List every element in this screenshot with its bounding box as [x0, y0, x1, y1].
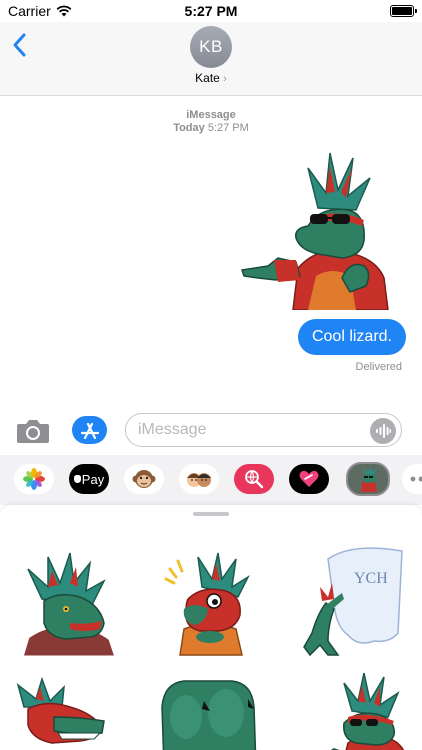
battery-icon: [390, 5, 417, 17]
status-bar: Carrier 5:27 PM: [0, 0, 422, 22]
panel-grabber[interactable]: [193, 512, 229, 516]
app-store-button[interactable]: [72, 416, 107, 444]
message-bubble[interactable]: Cool lizard.: [297, 319, 406, 355]
apple-logo-icon: [73, 475, 81, 483]
service-label: iMessage: [186, 109, 236, 121]
globe-search-icon: [245, 470, 264, 489]
timestamp-day: Today: [173, 122, 205, 134]
animoji-app-button[interactable]: [124, 464, 164, 494]
heart-icon: [299, 470, 319, 487]
lizard-wink-sticker[interactable]: [14, 677, 114, 750]
dictation-button[interactable]: [370, 418, 396, 444]
timestamp-time: 5:27 PM: [207, 122, 249, 134]
sticker-panel: YCH: [0, 505, 422, 750]
memoji-app-button[interactable]: [179, 464, 219, 494]
ych-sign-text: YCH: [354, 570, 388, 587]
lizard-app-icon: [361, 466, 377, 492]
more-dots-icon: [410, 476, 422, 482]
lizard-ych-sticker[interactable]: YCH: [298, 543, 404, 657]
conversation-header: KB Kate ›: [0, 22, 422, 96]
app-drawer: Pay: [0, 455, 422, 505]
apple-pay-app-button[interactable]: Pay: [69, 464, 109, 494]
sent-lizard-sticker[interactable]: [238, 148, 390, 310]
digital-touch-app-button[interactable]: [289, 464, 329, 494]
photos-app-button[interactable]: [14, 464, 54, 494]
more-apps-button[interactable]: [402, 464, 422, 494]
message-field[interactable]: [125, 413, 402, 447]
lizard-sticker-app-button[interactable]: [346, 462, 390, 496]
lizard-excited-sticker[interactable]: [158, 549, 258, 657]
delivered-status: Delivered: [355, 361, 402, 373]
memoji-icon: [187, 473, 211, 487]
input-row: [0, 410, 422, 450]
photos-icon: [23, 468, 45, 490]
waveform-icon: [376, 424, 391, 438]
messages-screen: Carrier 5:27 PM KB Kate › iMessage Today…: [0, 0, 422, 750]
contact-avatar[interactable]: KB: [190, 26, 232, 68]
contact-name: Kate: [195, 71, 220, 85]
apple-pay-label: Pay: [81, 471, 105, 487]
lizard-paw-sticker[interactable]: [156, 677, 262, 750]
contact-name-row[interactable]: Kate ›: [0, 71, 422, 85]
message-input[interactable]: [138, 418, 358, 442]
chevron-right-icon: ›: [223, 73, 227, 85]
timestamp: Today 5:27 PM: [0, 122, 422, 134]
camera-icon[interactable]: [16, 418, 50, 444]
back-chevron-icon[interactable]: [10, 30, 30, 60]
lizard-pointing-sticker[interactable]: [304, 671, 408, 750]
status-time: 5:27 PM: [184, 3, 238, 19]
lizard-portrait-sticker[interactable]: [18, 549, 118, 657]
monkey-icon: [132, 470, 156, 488]
app-store-icon: [80, 422, 99, 440]
web-search-app-button[interactable]: [234, 464, 274, 494]
